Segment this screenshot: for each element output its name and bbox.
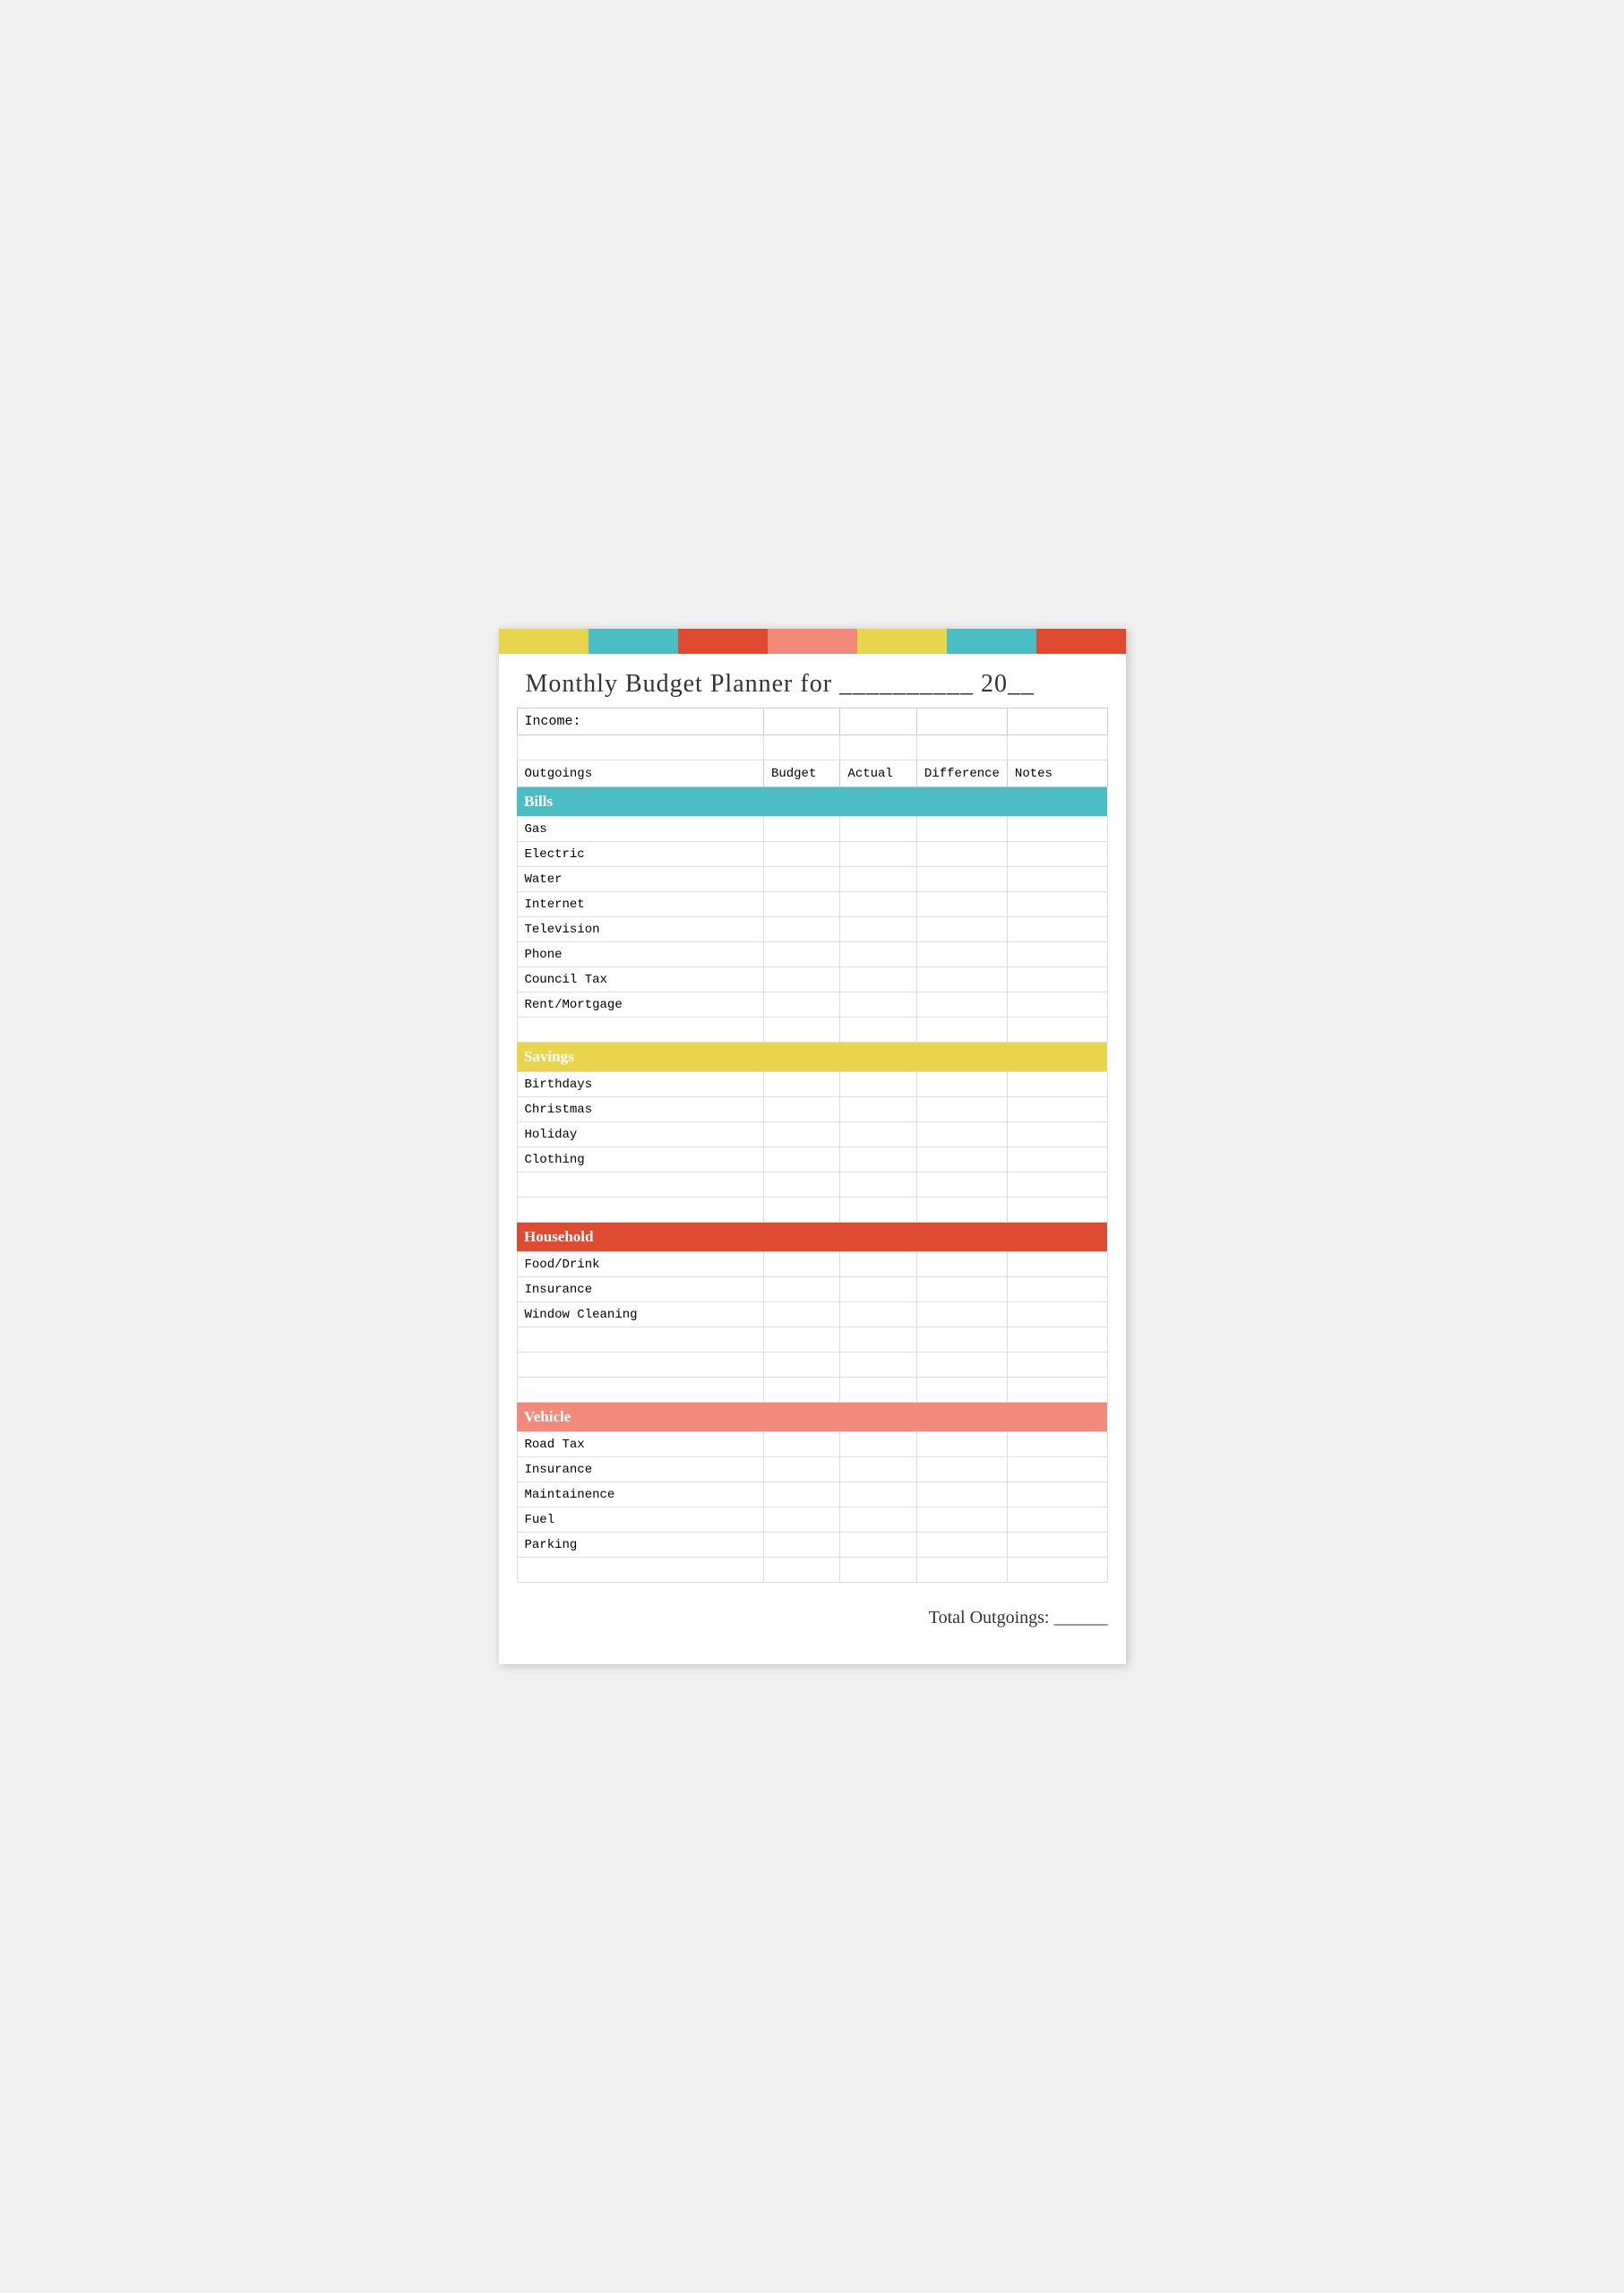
household-empty-row-3 xyxy=(517,1378,1107,1403)
item-internet: Internet xyxy=(517,892,763,917)
table-row: Road Tax xyxy=(517,1432,1107,1457)
bills-empty-row xyxy=(517,1018,1107,1043)
income-notes[interactable] xyxy=(1007,709,1107,735)
savings-label: Savings xyxy=(517,1043,1107,1072)
color-block-2 xyxy=(589,629,678,654)
col-budget: Budget xyxy=(763,760,839,787)
page: Monthly Budget Planner for __________ 20… xyxy=(499,629,1126,1664)
bills-label: Bills xyxy=(517,787,1107,817)
vehicle-header: Vehicle xyxy=(517,1403,1107,1432)
savings-empty-row-2 xyxy=(517,1198,1107,1223)
total-outgoings-label: Total Outgoings: ______ xyxy=(929,1608,1108,1628)
table-row: Clothing xyxy=(517,1147,1107,1172)
table-row: Rent/Mortgage xyxy=(517,992,1107,1018)
table-row: Maintainence xyxy=(517,1482,1107,1507)
item-television: Television xyxy=(517,917,763,942)
item-phone: Phone xyxy=(517,942,763,967)
household-header: Household xyxy=(517,1223,1107,1252)
table-row: Internet xyxy=(517,892,1107,917)
item-electric: Electric xyxy=(517,842,763,867)
item-christmas: Christmas xyxy=(517,1097,763,1122)
col-difference: Difference xyxy=(916,760,1007,787)
table-row: Water xyxy=(517,867,1107,892)
color-block-5 xyxy=(857,629,947,654)
income-diff[interactable] xyxy=(916,709,1007,735)
table-row: Food/Drink xyxy=(517,1252,1107,1277)
table-row: Fuel xyxy=(517,1507,1107,1533)
bottom-color-bar xyxy=(499,1639,1126,1664)
page-title: Monthly Budget Planner for __________ 20… xyxy=(526,670,1099,699)
income-row: Income: xyxy=(517,709,1107,735)
household-empty-row-2 xyxy=(517,1353,1107,1378)
table-row: Christmas xyxy=(517,1097,1107,1122)
color-block-1 xyxy=(499,629,589,654)
vehicle-label: Vehicle xyxy=(517,1403,1107,1432)
color-block-3 xyxy=(678,629,768,654)
color-block-4 xyxy=(768,629,857,654)
item-council-tax: Council Tax xyxy=(517,967,763,992)
income-actual[interactable] xyxy=(840,709,916,735)
item-parking: Parking xyxy=(517,1533,763,1558)
table-row: Gas xyxy=(517,817,1107,842)
col-notes: Notes xyxy=(1007,760,1107,787)
col-outgoings: Outgoings xyxy=(517,760,763,787)
table-row: Holiday xyxy=(517,1122,1107,1147)
item-road-tax: Road Tax xyxy=(517,1432,763,1457)
table-row: Television xyxy=(517,917,1107,942)
total-outgoings-row: Total Outgoings: ______ xyxy=(499,1601,1126,1636)
item-rent-mortgage: Rent/Mortgage xyxy=(517,992,763,1018)
item-maintainence: Maintainence xyxy=(517,1482,763,1507)
title-area: Monthly Budget Planner for __________ 20… xyxy=(499,654,1126,708)
item-insurance-household: Insurance xyxy=(517,1277,763,1302)
item-clothing: Clothing xyxy=(517,1147,763,1172)
income-label: Income: xyxy=(517,709,763,735)
item-gas: Gas xyxy=(517,817,763,842)
top-color-bar xyxy=(499,629,1126,654)
table-row: Electric xyxy=(517,842,1107,867)
color-block-7 xyxy=(1036,629,1126,654)
savings-empty-row-1 xyxy=(517,1172,1107,1198)
vehicle-empty-row xyxy=(517,1558,1107,1583)
item-food-drink: Food/Drink xyxy=(517,1252,763,1277)
household-label: Household xyxy=(517,1223,1107,1252)
table-row: Insurance xyxy=(517,1457,1107,1482)
income-budget[interactable] xyxy=(763,709,839,735)
col-actual: Actual xyxy=(840,760,916,787)
item-insurance-vehicle: Insurance xyxy=(517,1457,763,1482)
item-window-cleaning: Window Cleaning xyxy=(517,1302,763,1327)
item-birthdays: Birthdays xyxy=(517,1072,763,1097)
main-content: Income: Outgoings Budget Actual Differen… xyxy=(499,708,1126,1601)
table-row: Window Cleaning xyxy=(517,1302,1107,1327)
budget-table: Income: Outgoings Budget Actual Differen… xyxy=(517,708,1108,1583)
savings-header: Savings xyxy=(517,1043,1107,1072)
household-empty-row-1 xyxy=(517,1327,1107,1353)
item-water: Water xyxy=(517,867,763,892)
color-block-6 xyxy=(947,629,1036,654)
table-row: Parking xyxy=(517,1533,1107,1558)
table-row: Phone xyxy=(517,942,1107,967)
item-holiday: Holiday xyxy=(517,1122,763,1147)
item-fuel: Fuel xyxy=(517,1507,763,1533)
table-row: Insurance xyxy=(517,1277,1107,1302)
spacer-row-1 xyxy=(517,735,1107,760)
table-row: Council Tax xyxy=(517,967,1107,992)
column-header-row: Outgoings Budget Actual Difference Notes xyxy=(517,760,1107,787)
table-row: Birthdays xyxy=(517,1072,1107,1097)
bills-header: Bills xyxy=(517,787,1107,817)
